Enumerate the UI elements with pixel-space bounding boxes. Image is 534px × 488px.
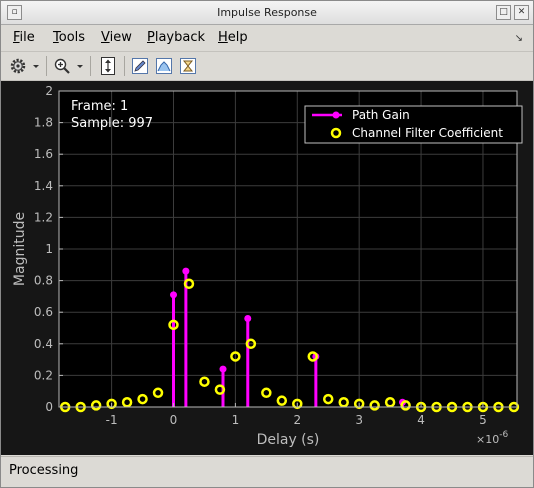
- menu-file[interactable]: File: [13, 30, 35, 45]
- window-menu-button[interactable]: ▫: [7, 5, 22, 20]
- path-gain-point: [182, 267, 190, 275]
- y-tick-label: 2: [45, 84, 53, 98]
- y-tick-label: 0.4: [34, 337, 53, 351]
- dock-arrow-icon[interactable]: ↘: [515, 33, 523, 44]
- toolbar: [1, 51, 533, 81]
- x-tick-label: 2: [293, 413, 301, 427]
- menu-bar: File Tools View Playback Help ↘: [1, 25, 533, 49]
- menu-view[interactable]: View: [101, 30, 132, 45]
- path-gain-point: [244, 315, 252, 323]
- toolbar-separator: [46, 56, 47, 76]
- zoom-dropdown[interactable]: [75, 55, 85, 77]
- y-tick-label: 0: [45, 400, 53, 414]
- figure-area: 0 0.2 0.4 0.6 0.8 1 1.2 1.4 1.6 1.8 2 -1 0 1 2 3 4 5 Del…: [1, 81, 533, 455]
- x-tick-label: -1: [106, 413, 118, 427]
- dropdown-arrow-icon: [33, 65, 39, 68]
- path-gain-point: [219, 365, 227, 373]
- edit-properties-button[interactable]: [129, 55, 151, 77]
- close-button[interactable]: ✕: [514, 5, 529, 20]
- y-axis-label: Magnitude: [12, 212, 28, 286]
- y-tick-label: 1: [45, 242, 53, 256]
- menu-help[interactable]: Help: [218, 30, 248, 45]
- x-tick-label: 5: [479, 413, 487, 427]
- dropdown-arrow-icon: [77, 65, 83, 68]
- scale-axes-button[interactable]: [97, 55, 119, 77]
- frame-label: Frame: 1: [71, 99, 128, 114]
- maximize-button[interactable]: □: [496, 5, 511, 20]
- scale-axes-icon: [101, 57, 115, 75]
- impulse-response-plot[interactable]: 0 0.2 0.4 0.6 0.8 1 1.2 1.4 1.6 1.8 2 -1 0 1 2 3 4 5 Del…: [1, 81, 533, 455]
- toolbar-separator: [90, 56, 91, 76]
- zoom-in-icon: [54, 58, 70, 74]
- x-tick-label: 3: [355, 413, 363, 427]
- path-gain-point: [170, 291, 177, 299]
- y-tick-label: 0.6: [34, 305, 53, 319]
- x-tick-label: 0: [170, 413, 178, 427]
- menu-playback[interactable]: Playback: [147, 30, 205, 45]
- hourglass-icon: [180, 58, 196, 74]
- title-bar: Impulse Response ▫ □ ✕: [1, 1, 533, 25]
- settings-icon: [10, 58, 26, 74]
- menu-tools[interactable]: Tools: [53, 30, 85, 45]
- legend-path-gain-marker: [332, 111, 340, 119]
- y-tick-label: 1.6: [34, 147, 53, 161]
- status-bar: Processing: [1, 456, 533, 487]
- edit-icon: [132, 58, 148, 74]
- y-tick-label: 1.8: [34, 116, 53, 130]
- x-tick-label: 4: [417, 413, 425, 427]
- y-tick-label: 0.8: [34, 274, 53, 288]
- zoom-in-button[interactable]: [51, 55, 73, 77]
- settings-dropdown[interactable]: [31, 55, 41, 77]
- x-exponent-label: ×10-6: [476, 430, 508, 446]
- x-tick-label: 1: [232, 413, 240, 427]
- y-tick-label: 1.2: [34, 210, 53, 224]
- chart-style-button[interactable]: [153, 55, 175, 77]
- hourglass-button[interactable]: [177, 55, 199, 77]
- y-tick-label: 1.4: [34, 179, 53, 193]
- legend[interactable]: Path Gain Channel Filter Coefficient: [304, 105, 523, 144]
- chart-icon: [156, 58, 172, 74]
- y-tick-label: 0.2: [34, 368, 53, 382]
- toolbar-separator: [124, 56, 125, 76]
- x-axis-label: Delay (s): [257, 432, 320, 448]
- impulse-response-window: Impulse Response ▫ □ ✕ File Tools View P…: [0, 0, 534, 488]
- window-title: Impulse Response: [217, 6, 317, 19]
- legend-path-gain-label: Path Gain: [352, 108, 410, 122]
- status-text: Processing: [9, 463, 79, 478]
- legend-coefficient-label: Channel Filter Coefficient: [352, 126, 503, 140]
- settings-button[interactable]: [7, 55, 29, 77]
- sample-label: Sample: 997: [71, 116, 153, 131]
